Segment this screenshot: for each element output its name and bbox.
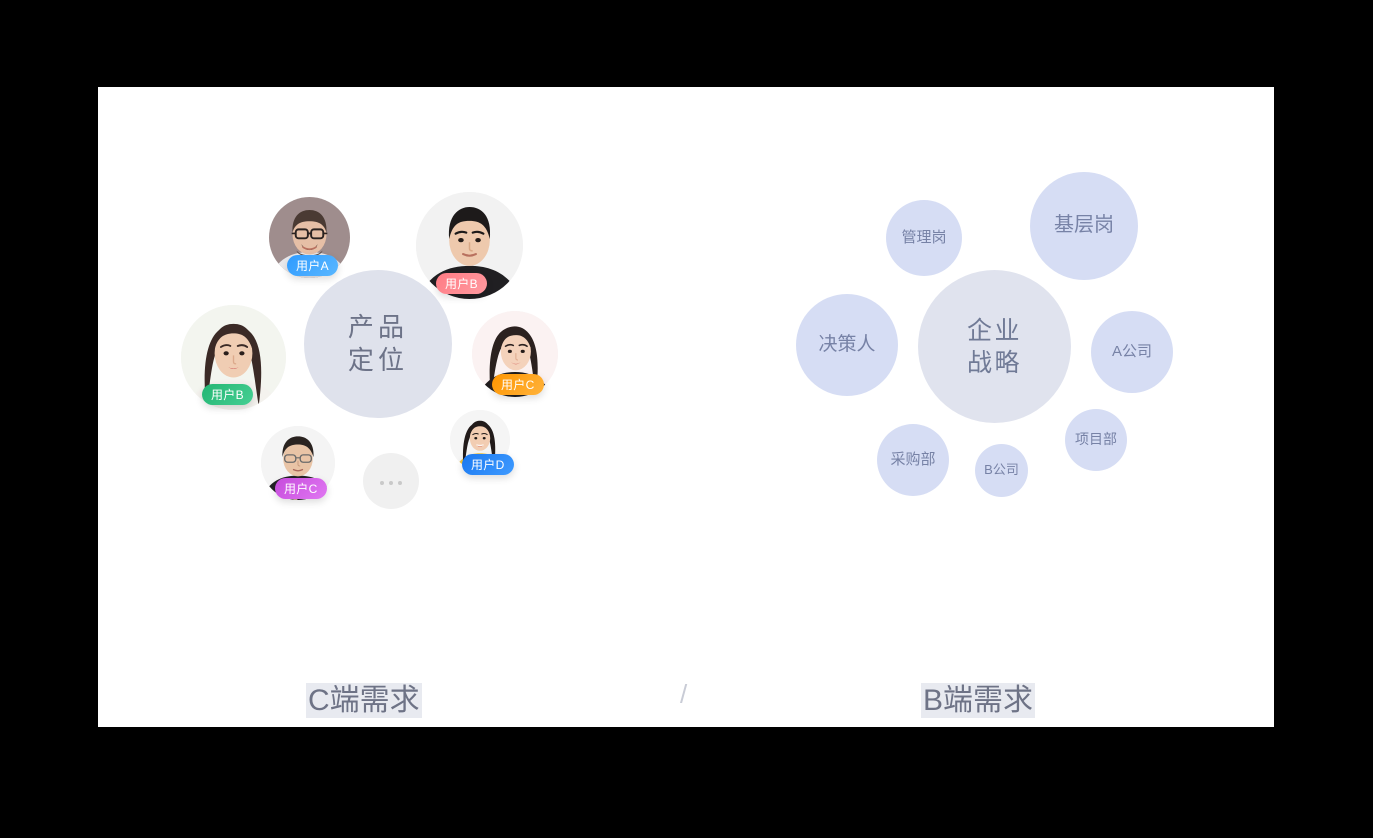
avatar-user-c-bottom[interactable]: 用户C xyxy=(261,426,335,504)
footer-right-label: B端需求 xyxy=(921,683,1036,718)
footer-labels: C端需求 / B端需求 xyxy=(98,659,1274,727)
footer-left-label: C端需求 xyxy=(306,683,422,718)
right-core-line2: 战略 xyxy=(966,348,1022,377)
badge-user-b-top: 用户B xyxy=(436,273,487,294)
badge-user-d: 用户D xyxy=(462,454,514,475)
node-project[interactable]: 项目部 xyxy=(1065,409,1127,471)
more-dots-icon xyxy=(378,471,405,491)
badge-user-a: 用户A xyxy=(287,255,338,276)
avatar-user-b-left[interactable]: 用户B xyxy=(181,305,286,416)
right-core-bubble[interactable]: 企业 战略 xyxy=(918,270,1071,423)
left-core-line1: 产品 xyxy=(347,311,409,342)
node-management[interactable]: 管理岗 xyxy=(886,200,962,276)
badge-user-b-left: 用户B xyxy=(202,384,253,405)
avatar-user-b-top[interactable]: 用户B xyxy=(416,192,523,303)
left-core-bubble[interactable]: 产品 定位 xyxy=(304,270,452,418)
left-more-bubble[interactable] xyxy=(363,453,419,509)
node-purchasing[interactable]: 采购部 xyxy=(877,424,949,496)
right-core-line1: 企业 xyxy=(966,316,1022,345)
avatar-user-a[interactable]: 用户A xyxy=(269,197,350,280)
content-panel: 产品 定位 用户A 用户B 用户B 用户C 用户C 用户D 企业 战略 管理岗 … xyxy=(98,87,1274,727)
screenshot-root: 产品 定位 用户A 用户B 用户B 用户C 用户C 用户D 企业 战略 管理岗 … xyxy=(0,0,1373,838)
avatar-user-c-right[interactable]: 用户C xyxy=(472,311,558,401)
avatar-user-d[interactable]: 用户D xyxy=(450,410,514,475)
badge-user-c-right: 用户C xyxy=(492,374,544,395)
node-company-b[interactable]: B公司 xyxy=(975,444,1028,497)
node-company-a[interactable]: A公司 xyxy=(1091,311,1173,393)
badge-user-c-bottom: 用户C xyxy=(275,478,327,499)
left-core-line2: 定位 xyxy=(347,345,409,375)
node-frontline[interactable]: 基层岗 xyxy=(1030,172,1138,280)
node-decider[interactable]: 决策人 xyxy=(796,294,898,396)
footer-separator: / xyxy=(680,679,688,709)
